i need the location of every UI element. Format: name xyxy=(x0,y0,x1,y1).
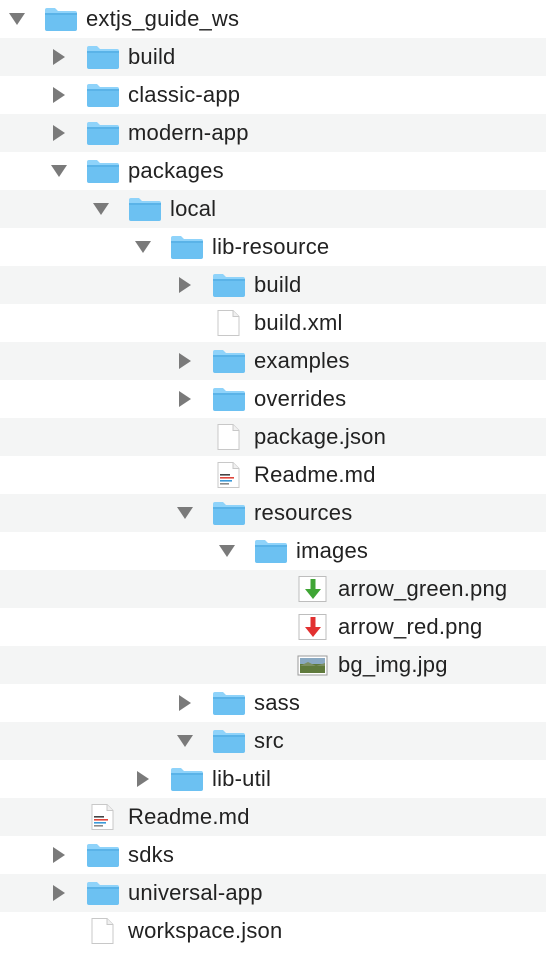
tree-item-label: bg_img.jpg xyxy=(338,652,448,677)
tree-item-label: examples xyxy=(254,348,350,373)
tree-item-label: lib-util xyxy=(212,766,272,791)
tree-row-readme-md[interactable]: Readme.md xyxy=(0,456,546,494)
folder-icon xyxy=(86,158,120,184)
tree-row-build[interactable]: build xyxy=(0,38,546,76)
disclosure-collapsed-icon[interactable] xyxy=(176,352,194,370)
tree-item-label: resources xyxy=(254,500,353,525)
text-document-icon xyxy=(212,462,246,488)
disclosure-collapsed-icon[interactable] xyxy=(176,694,194,712)
disclosure-collapsed-icon[interactable] xyxy=(176,276,194,294)
tree-item-label: Readme.md xyxy=(254,462,376,487)
folder-icon xyxy=(44,6,78,32)
tree-item-label: overrides xyxy=(254,386,347,411)
tree-row-build-xml[interactable]: build.xml xyxy=(0,304,546,342)
folder-icon xyxy=(212,386,246,412)
tree-row-images[interactable]: images xyxy=(0,532,546,570)
folder-icon xyxy=(212,500,246,526)
disclosure-expanded-icon[interactable] xyxy=(176,732,194,750)
tree-item-label: sass xyxy=(254,690,301,715)
tree-item-label: packages xyxy=(128,158,224,183)
disclosure-collapsed-icon[interactable] xyxy=(50,884,68,902)
tree-row-bg-img-jpg[interactable]: bg_img.jpg xyxy=(0,646,546,684)
disclosure-collapsed-icon[interactable] xyxy=(134,770,152,788)
tree-item-label: sdks xyxy=(128,842,175,867)
folder-icon xyxy=(128,196,162,222)
disclosure-expanded-icon[interactable] xyxy=(134,238,152,256)
tree-item-label: build.xml xyxy=(254,310,343,335)
tree-item-label: package.json xyxy=(254,424,387,449)
tree-row-modern-app[interactable]: modern-app xyxy=(0,114,546,152)
tree-row-lib-resource[interactable]: lib-resource xyxy=(0,228,546,266)
tree-item-label: images xyxy=(296,538,369,563)
tree-row-workspace-json[interactable]: workspace.json xyxy=(0,912,546,950)
green-arrow-image-icon xyxy=(296,576,330,602)
folder-icon xyxy=(212,272,246,298)
tree-item-label: modern-app xyxy=(128,120,249,145)
tree-item-label: src xyxy=(254,728,284,753)
folder-icon xyxy=(86,82,120,108)
folder-icon xyxy=(170,234,204,260)
tree-row-package-json[interactable]: package.json xyxy=(0,418,546,456)
tree-row-sass[interactable]: sass xyxy=(0,684,546,722)
tree-row-resources[interactable]: resources xyxy=(0,494,546,532)
photo-image-icon xyxy=(296,652,330,678)
file-tree: extjs_guide_wsbuild classic-app modern-app… xyxy=(0,0,546,950)
folder-icon xyxy=(254,538,288,564)
disclosure-collapsed-icon[interactable] xyxy=(50,48,68,66)
tree-item-label: universal-app xyxy=(128,880,263,905)
tree-item-label: extjs_guide_ws xyxy=(86,6,240,31)
disclosure-collapsed-icon[interactable] xyxy=(50,86,68,104)
tree-item-label: workspace.json xyxy=(128,918,283,943)
tree-row-build[interactable]: build xyxy=(0,266,546,304)
disclosure-expanded-icon[interactable] xyxy=(92,200,110,218)
folder-icon xyxy=(86,880,120,906)
tree-row-classic-app[interactable]: classic-app xyxy=(0,76,546,114)
text-document-icon xyxy=(86,804,120,830)
document-icon xyxy=(212,310,246,336)
tree-row-lib-util[interactable]: lib-util xyxy=(0,760,546,798)
tree-row-sdks[interactable]: sdks xyxy=(0,836,546,874)
tree-row-local[interactable]: local xyxy=(0,190,546,228)
disclosure-expanded-icon[interactable] xyxy=(50,162,68,180)
document-icon xyxy=(86,918,120,944)
tree-row-examples[interactable]: examples xyxy=(0,342,546,380)
tree-row-overrides[interactable]: overrides xyxy=(0,380,546,418)
folder-icon xyxy=(86,120,120,146)
tree-item-label: Readme.md xyxy=(128,804,250,829)
folder-icon xyxy=(212,728,246,754)
red-arrow-image-icon xyxy=(296,614,330,640)
disclosure-expanded-icon[interactable] xyxy=(218,542,236,560)
tree-item-label: lib-resource xyxy=(212,234,330,259)
disclosure-expanded-icon[interactable] xyxy=(176,504,194,522)
disclosure-collapsed-icon[interactable] xyxy=(50,124,68,142)
tree-row-arrow-green-png[interactable]: arrow_green.png xyxy=(0,570,546,608)
disclosure-collapsed-icon[interactable] xyxy=(176,390,194,408)
folder-icon xyxy=(212,690,246,716)
folder-icon xyxy=(212,348,246,374)
tree-row-arrow-red-png[interactable]: arrow_red.png xyxy=(0,608,546,646)
document-icon xyxy=(212,424,246,450)
tree-item-label: build xyxy=(128,44,176,69)
tree-item-label: arrow_green.png xyxy=(338,576,508,601)
folder-icon xyxy=(170,766,204,792)
tree-row-extjs-guide-ws[interactable]: extjs_guide_ws xyxy=(0,0,546,38)
disclosure-expanded-icon[interactable] xyxy=(8,10,26,28)
folder-icon xyxy=(86,44,120,70)
tree-item-label: build xyxy=(254,272,302,297)
folder-icon xyxy=(86,842,120,868)
tree-row-readme-md[interactable]: Readme.md xyxy=(0,798,546,836)
tree-row-universal-app[interactable]: universal-app xyxy=(0,874,546,912)
tree-item-label: arrow_red.png xyxy=(338,614,483,639)
tree-item-label: local xyxy=(170,196,217,221)
disclosure-collapsed-icon[interactable] xyxy=(50,846,68,864)
tree-row-src[interactable]: src xyxy=(0,722,546,760)
tree-row-packages[interactable]: packages xyxy=(0,152,546,190)
tree-item-label: classic-app xyxy=(128,82,241,107)
